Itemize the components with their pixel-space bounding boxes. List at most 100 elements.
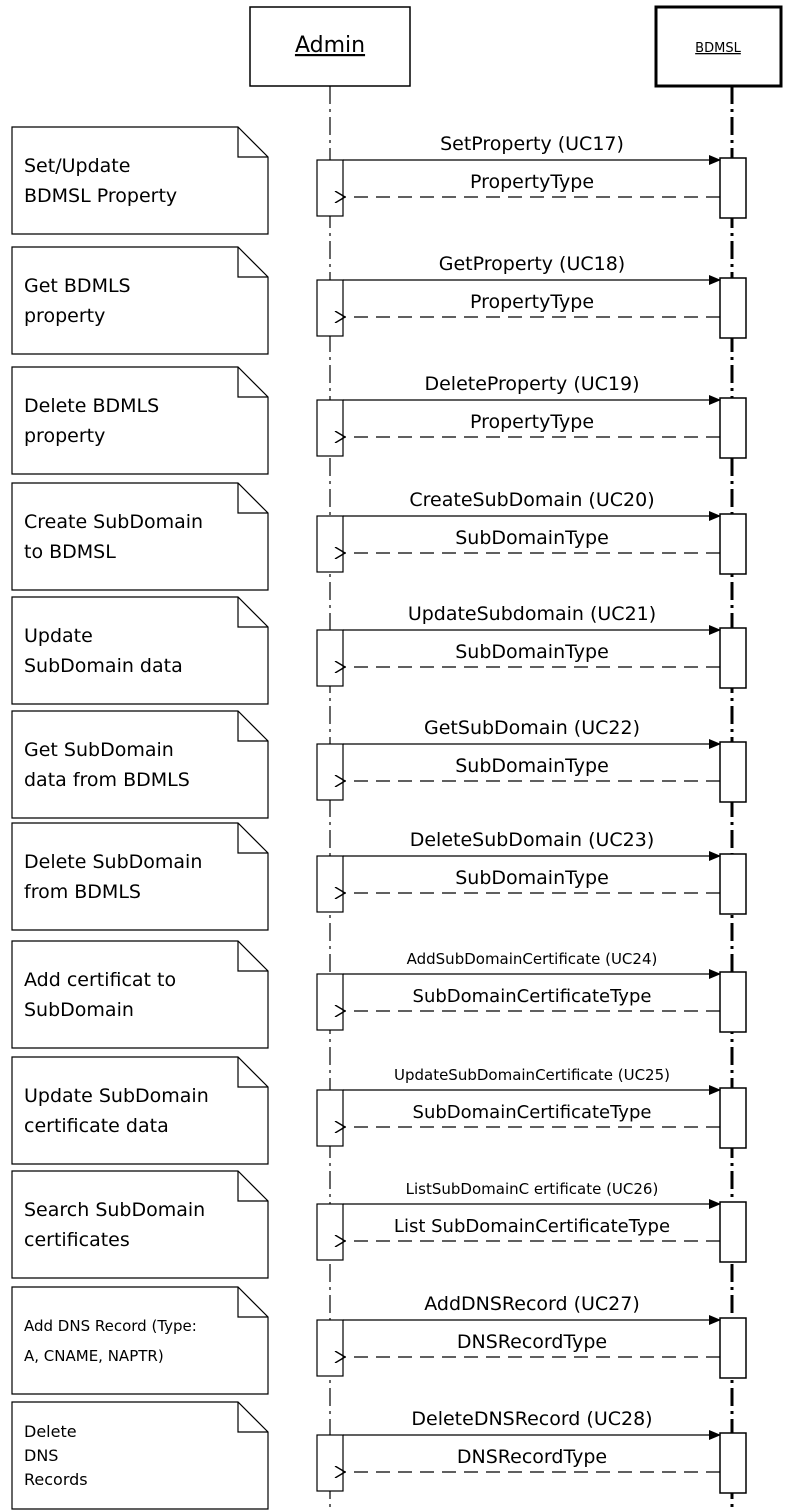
note-box: [11, 126, 269, 235]
note-text-line: from BDMLS: [24, 881, 141, 903]
request-label: ListSubDomainC ertificate (UC26): [406, 1180, 659, 1198]
note-text-line: Get SubDomain: [24, 739, 174, 761]
note-text-line: property: [24, 425, 105, 447]
sequence-step: Delete BDMLS property DeleteProperty (UC19…: [11, 366, 747, 475]
admin-activation: [316, 1434, 344, 1492]
bdmsl-activation: [719, 1087, 747, 1149]
participant-bdmsl-label: BDMSL: [695, 41, 741, 56]
bdmsl-activation: [719, 741, 747, 803]
note-text-line: to BDMSL: [24, 541, 116, 563]
request-label: GetProperty (UC18): [439, 253, 625, 275]
note-box: [11, 1286, 269, 1395]
bdmsl-activation: [719, 853, 747, 915]
note-text-line: Add certificat to: [24, 969, 176, 991]
note-text-line: SubDomain: [24, 999, 134, 1021]
note-text-line: A, CNAME, NAPTR): [24, 1347, 164, 1365]
admin-activation: [316, 159, 344, 217]
steps-layer: Set/Update BDMSL Property SetProperty (UC1…: [11, 126, 747, 1510]
note-text-line: Get BDMLS: [24, 275, 131, 297]
note-box: [11, 710, 269, 819]
sequence-step: Add certificat to SubDomain AddSubDomainCe…: [11, 940, 747, 1049]
response-label: PropertyType: [470, 171, 594, 193]
sequence-step: Create SubDomain to BDMSL CreateSubDomain …: [11, 482, 747, 591]
note-text-line: certificates: [24, 1229, 130, 1251]
bdmsl-activation: [719, 1201, 747, 1263]
note-box: [11, 246, 269, 355]
note-text-line: property: [24, 305, 105, 327]
bdmsl-activation: [719, 1317, 747, 1379]
note-box: [11, 1056, 269, 1165]
sequence-step: Update SubDomain certificate data UpdateSu…: [11, 1056, 747, 1165]
note-text-line: Delete BDMLS: [24, 395, 159, 417]
request-label: DeleteDNSRecord (UC28): [411, 1408, 652, 1430]
request-label: CreateSubDomain (UC20): [409, 489, 654, 511]
bdmsl-activation: [719, 627, 747, 689]
note-box: [11, 822, 269, 931]
sequence-step: Get BDMLS property GetProperty (UC18) Prope…: [11, 246, 747, 355]
request-label: AddDNSRecord (UC27): [424, 1293, 640, 1315]
response-label: SubDomainType: [455, 755, 609, 777]
request-label: UpdateSubdomain (UC21): [408, 603, 656, 625]
bdmsl-activation: [719, 157, 747, 219]
response-label: SubDomainCertificateType: [413, 986, 652, 1007]
participant-bdmsl: BDMSL: [654, 5, 783, 1512]
note-text-line: Update SubDomain: [24, 1085, 209, 1107]
admin-activation: [316, 399, 344, 457]
bdmsl-activation: [719, 513, 747, 575]
admin-activation: [316, 1319, 344, 1377]
sequence-step: Get SubDomain data from BDMLS GetSubDomain…: [11, 710, 747, 819]
note-box: [11, 596, 269, 705]
note-text-line: Delete SubDomain: [24, 851, 202, 873]
admin-activation: [316, 629, 344, 687]
sequence-step: Delete DNS Records DeleteDNSRecord (UC28) DN…: [11, 1401, 747, 1510]
admin-activation: [316, 973, 344, 1031]
note-text-line: Set/Update: [24, 155, 130, 177]
note-text-line: Records: [24, 1470, 88, 1489]
participant-admin-label: Admin: [295, 33, 365, 58]
note-box: [11, 482, 269, 591]
request-label: DeleteProperty (UC19): [424, 373, 639, 395]
admin-activation: [316, 279, 344, 337]
note-text-line: Create SubDomain: [24, 511, 203, 533]
note-text-line: BDMSL Property: [24, 185, 177, 207]
note-text-line: certificate data: [24, 1115, 169, 1137]
response-label: PropertyType: [470, 411, 594, 433]
response-label: SubDomainType: [455, 867, 609, 889]
request-label: DeleteSubDomain (UC23): [410, 829, 655, 851]
admin-activation: [316, 855, 344, 913]
note-box: [11, 1170, 269, 1279]
response-label: SubDomainType: [455, 641, 609, 663]
admin-activation: [316, 1089, 344, 1147]
request-label: UpdateSubDomainCertificate (UC25): [394, 1066, 670, 1084]
sequence-step: Set/Update BDMSL Property SetProperty (UC1…: [11, 126, 747, 235]
note-text-line: SubDomain data: [24, 655, 183, 677]
note-box: [11, 940, 269, 1049]
note-text-line: Search SubDomain: [24, 1199, 205, 1221]
bdmsl-activation: [719, 277, 747, 339]
note-text-line: DNS: [24, 1446, 58, 1465]
response-label: PropertyType: [470, 291, 594, 313]
admin-activation: [316, 743, 344, 801]
response-label: DNSRecordType: [457, 1331, 607, 1353]
bdmsl-activation: [719, 971, 747, 1033]
request-label: SetProperty (UC17): [440, 133, 624, 155]
response-label: SubDomainType: [455, 527, 609, 549]
response-label: SubDomainCertificateType: [413, 1102, 652, 1123]
response-label: DNSRecordType: [457, 1446, 607, 1468]
note-text-line: Update: [24, 625, 93, 647]
admin-activation: [316, 515, 344, 573]
note-box: [11, 366, 269, 475]
request-label: GetSubDomain (UC22): [424, 717, 640, 739]
sequence-step: Search SubDomain certificates ListSubDomai…: [11, 1170, 747, 1279]
note-text-line: Add DNS Record (Type:: [24, 1317, 197, 1335]
note-text-line: data from BDMLS: [24, 769, 190, 791]
note-text-line: Delete: [24, 1422, 77, 1441]
sequence-step: Add DNS Record (Type: A, CNAME, NAPTR) Add…: [11, 1286, 747, 1395]
response-label: List SubDomainCertificateType: [394, 1216, 670, 1237]
bdmsl-activation: [719, 1432, 747, 1494]
sequence-diagram: Admin BDMSL Set/Update BDMSL Property SetP…: [11, 5, 783, 1512]
bdmsl-activation: [719, 397, 747, 459]
request-label: AddSubDomainCertificate (UC24): [407, 950, 658, 968]
admin-activation: [316, 1203, 344, 1261]
sequence-step: Delete SubDomain from BDMLS DeleteSubDomai…: [11, 822, 747, 931]
